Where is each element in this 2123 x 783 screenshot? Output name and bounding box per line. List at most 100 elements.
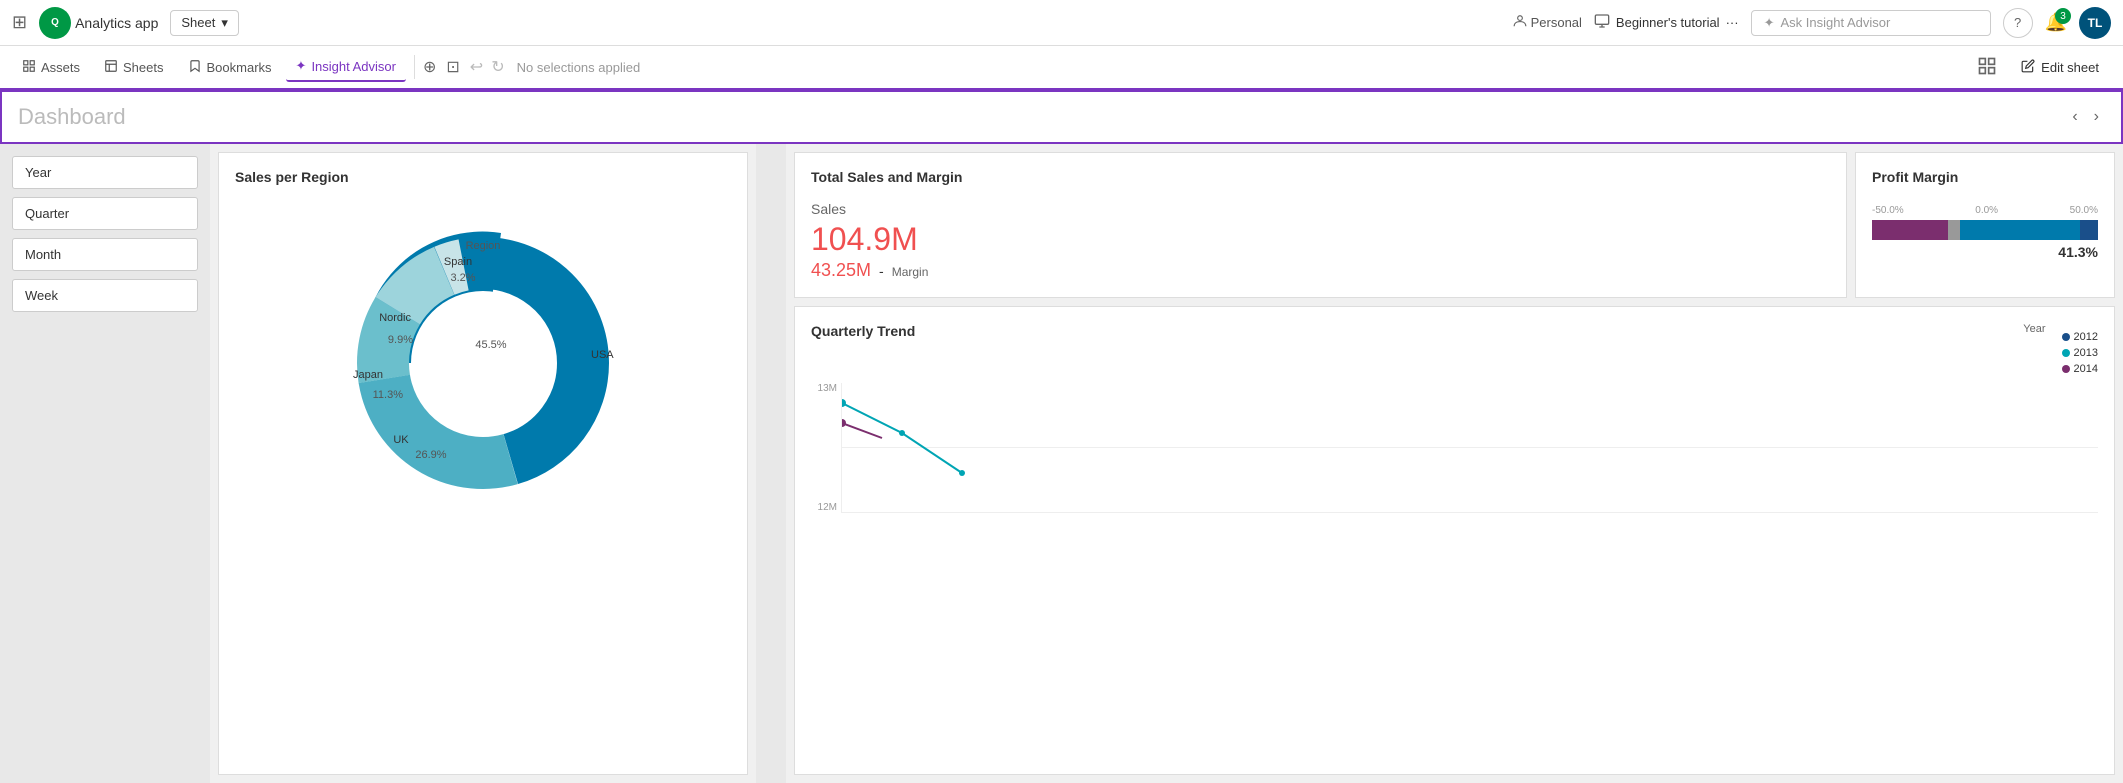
legend-dot-2012 xyxy=(2062,333,2070,341)
margin-value: 43.25M xyxy=(811,260,871,281)
sheet-selector[interactable]: Sheet ▾ xyxy=(170,10,239,36)
filter-quarter-label: Quarter xyxy=(25,206,69,221)
pm-percent: 41.3% xyxy=(1872,244,2098,260)
insight-icon: ✦ xyxy=(296,58,307,74)
filter-month[interactable]: Month xyxy=(12,238,198,271)
zoom-icon[interactable]: ⊕ xyxy=(423,57,436,77)
help-button[interactable]: ? xyxy=(2003,8,2033,38)
more-dots[interactable]: ··· xyxy=(1726,15,1739,30)
edit-sheet-button[interactable]: Edit sheet xyxy=(2009,53,2111,82)
filter-year-label: Year xyxy=(25,165,51,180)
legend-2013: 2013 xyxy=(2062,347,2098,359)
sheets-button[interactable]: Sheets xyxy=(94,53,173,82)
assets-icon xyxy=(22,59,36,76)
bookmarks-button[interactable]: Bookmarks xyxy=(178,53,282,82)
filter-quarter[interactable]: Quarter xyxy=(12,197,198,230)
grid-view-button[interactable] xyxy=(1969,50,2005,85)
pm-scale: -50.0% 0.0% 50.0% xyxy=(1872,205,2098,216)
qt-title: Quarterly Trend xyxy=(811,323,915,367)
nav-prev[interactable]: ‹ xyxy=(2066,106,2083,128)
fit-icon[interactable]: ⊡ xyxy=(446,57,459,77)
tutorial-label: Beginner's tutorial xyxy=(1616,15,1720,30)
pm-bar xyxy=(1872,220,2098,240)
undo-icon: ↩ xyxy=(470,57,483,77)
year-label: Year xyxy=(2023,323,2045,335)
toolbar: Assets Sheets Bookmarks ✦ Insight Adviso… xyxy=(0,46,2123,90)
avatar[interactable]: TL xyxy=(2079,7,2111,39)
pm-bar-small xyxy=(2080,220,2098,240)
legend-2012: 2012 xyxy=(2062,331,2098,343)
user-mode: Personal xyxy=(1513,14,1582,31)
charts-row: Sales per Region xyxy=(210,144,2123,783)
dashboard-header: Dashboard ‹ › xyxy=(0,90,2123,144)
question-icon: ? xyxy=(2014,15,2021,30)
charts-area: Sales per Region xyxy=(210,144,2123,783)
trend-chart: 13M 12M xyxy=(811,383,2098,513)
main-content: Year Quarter Month Week Sales per Region xyxy=(0,144,2123,783)
pm-bar-neutral xyxy=(1948,220,1960,240)
total-sales-panel: Total Sales and Margin Sales 104.9M 43.2… xyxy=(794,152,1847,298)
filter-month-label: Month xyxy=(25,247,61,262)
chevron-down-icon: ▾ xyxy=(221,15,228,31)
filter-week-label: Week xyxy=(25,288,58,303)
svg-text:Q: Q xyxy=(51,17,59,28)
qt-header: Quarterly Trend Year 2012 2013 xyxy=(811,323,2098,375)
quarterly-trend-panel: Quarterly Trend Year 2012 2013 xyxy=(794,306,2115,775)
pm-scale-left: -50.0% xyxy=(1872,205,1904,216)
top-bar: ⊞ Q Analytics app Sheet ▾ Personal Begin… xyxy=(0,0,2123,46)
assets-label: Assets xyxy=(41,60,80,75)
sheets-icon xyxy=(104,59,118,76)
nav-arrows: ‹ › xyxy=(2066,106,2105,128)
sales-value: 104.9M xyxy=(811,221,1830,258)
insight-advisor-input[interactable]: ✦ Ask Insight Advisor xyxy=(1751,10,1991,36)
y-top: 13M xyxy=(811,383,837,394)
nav-next[interactable]: › xyxy=(2088,106,2105,128)
notification-button[interactable]: 🔔 3 xyxy=(2045,12,2067,33)
app-name: Analytics app xyxy=(75,15,158,31)
sheets-label: Sheets xyxy=(123,60,163,75)
legend-label-2012: 2012 xyxy=(2074,331,2098,343)
insight-advisor-button[interactable]: ✦ Insight Advisor xyxy=(286,52,406,82)
insight-placeholder: Ask Insight Advisor xyxy=(1780,15,1890,30)
tutorial-button[interactable]: Beginner's tutorial ··· xyxy=(1594,13,1739,32)
legend-dot-2013 xyxy=(2062,349,2070,357)
sales-region-title: Sales per Region xyxy=(235,169,731,185)
pm-bar-positive xyxy=(1960,220,2080,240)
profit-margin-title: Profit Margin xyxy=(1872,169,2098,185)
legend-label-2013: 2013 xyxy=(2074,347,2098,359)
redo-icon: ↻ xyxy=(491,57,504,77)
assets-button[interactable]: Assets xyxy=(12,53,90,82)
qt-legend: 2012 2013 2014 xyxy=(2062,331,2098,375)
pm-scale-right: 50.0% xyxy=(2070,205,2098,216)
bookmarks-label: Bookmarks xyxy=(207,60,272,75)
qlik-logo-circle: Q xyxy=(39,7,71,39)
donut-chart: USA UK Japan Nordic Spain 45.5% 26.9% 11… xyxy=(235,193,731,533)
no-selections-text: No selections applied xyxy=(517,60,641,75)
sheet-label: Sheet xyxy=(181,15,215,30)
top-panels: Total Sales and Margin Sales 104.9M 43.2… xyxy=(786,144,2123,302)
notification-badge: 3 xyxy=(2055,8,2071,24)
insight-advisor-label: Insight Advisor xyxy=(311,59,396,74)
legend-2014: 2014 xyxy=(2062,363,2098,375)
monitor-icon xyxy=(1594,13,1610,32)
sales-label: Sales xyxy=(811,201,1830,217)
filter-year[interactable]: Year xyxy=(12,156,198,189)
total-sales-title: Total Sales and Margin xyxy=(811,169,1830,185)
qlik-logo: Q Analytics app xyxy=(39,7,158,39)
user-mode-label: Personal xyxy=(1531,15,1582,30)
user-icon xyxy=(1513,14,1527,31)
pm-scale-mid: 0.0% xyxy=(1975,205,1998,216)
grid-icon[interactable]: ⊞ xyxy=(12,12,27,33)
left-panel: Year Quarter Month Week xyxy=(0,144,210,783)
legend-label-2014: 2014 xyxy=(2074,363,2098,375)
margin-inline: 43.25M - Margin xyxy=(811,260,1830,281)
right-panels: Total Sales and Margin Sales 104.9M 43.2… xyxy=(786,144,2123,783)
pm-bar-negative xyxy=(1872,220,1948,240)
y-bottom: 12M xyxy=(811,502,837,513)
dashboard-title: Dashboard xyxy=(18,104,126,130)
profit-margin-panel: Profit Margin -50.0% 0.0% 50.0% 41 xyxy=(1855,152,2115,298)
toolbar-separator xyxy=(414,55,415,79)
edit-icon xyxy=(2021,59,2035,76)
filter-week[interactable]: Week xyxy=(12,279,198,312)
bookmark-icon xyxy=(188,59,202,76)
